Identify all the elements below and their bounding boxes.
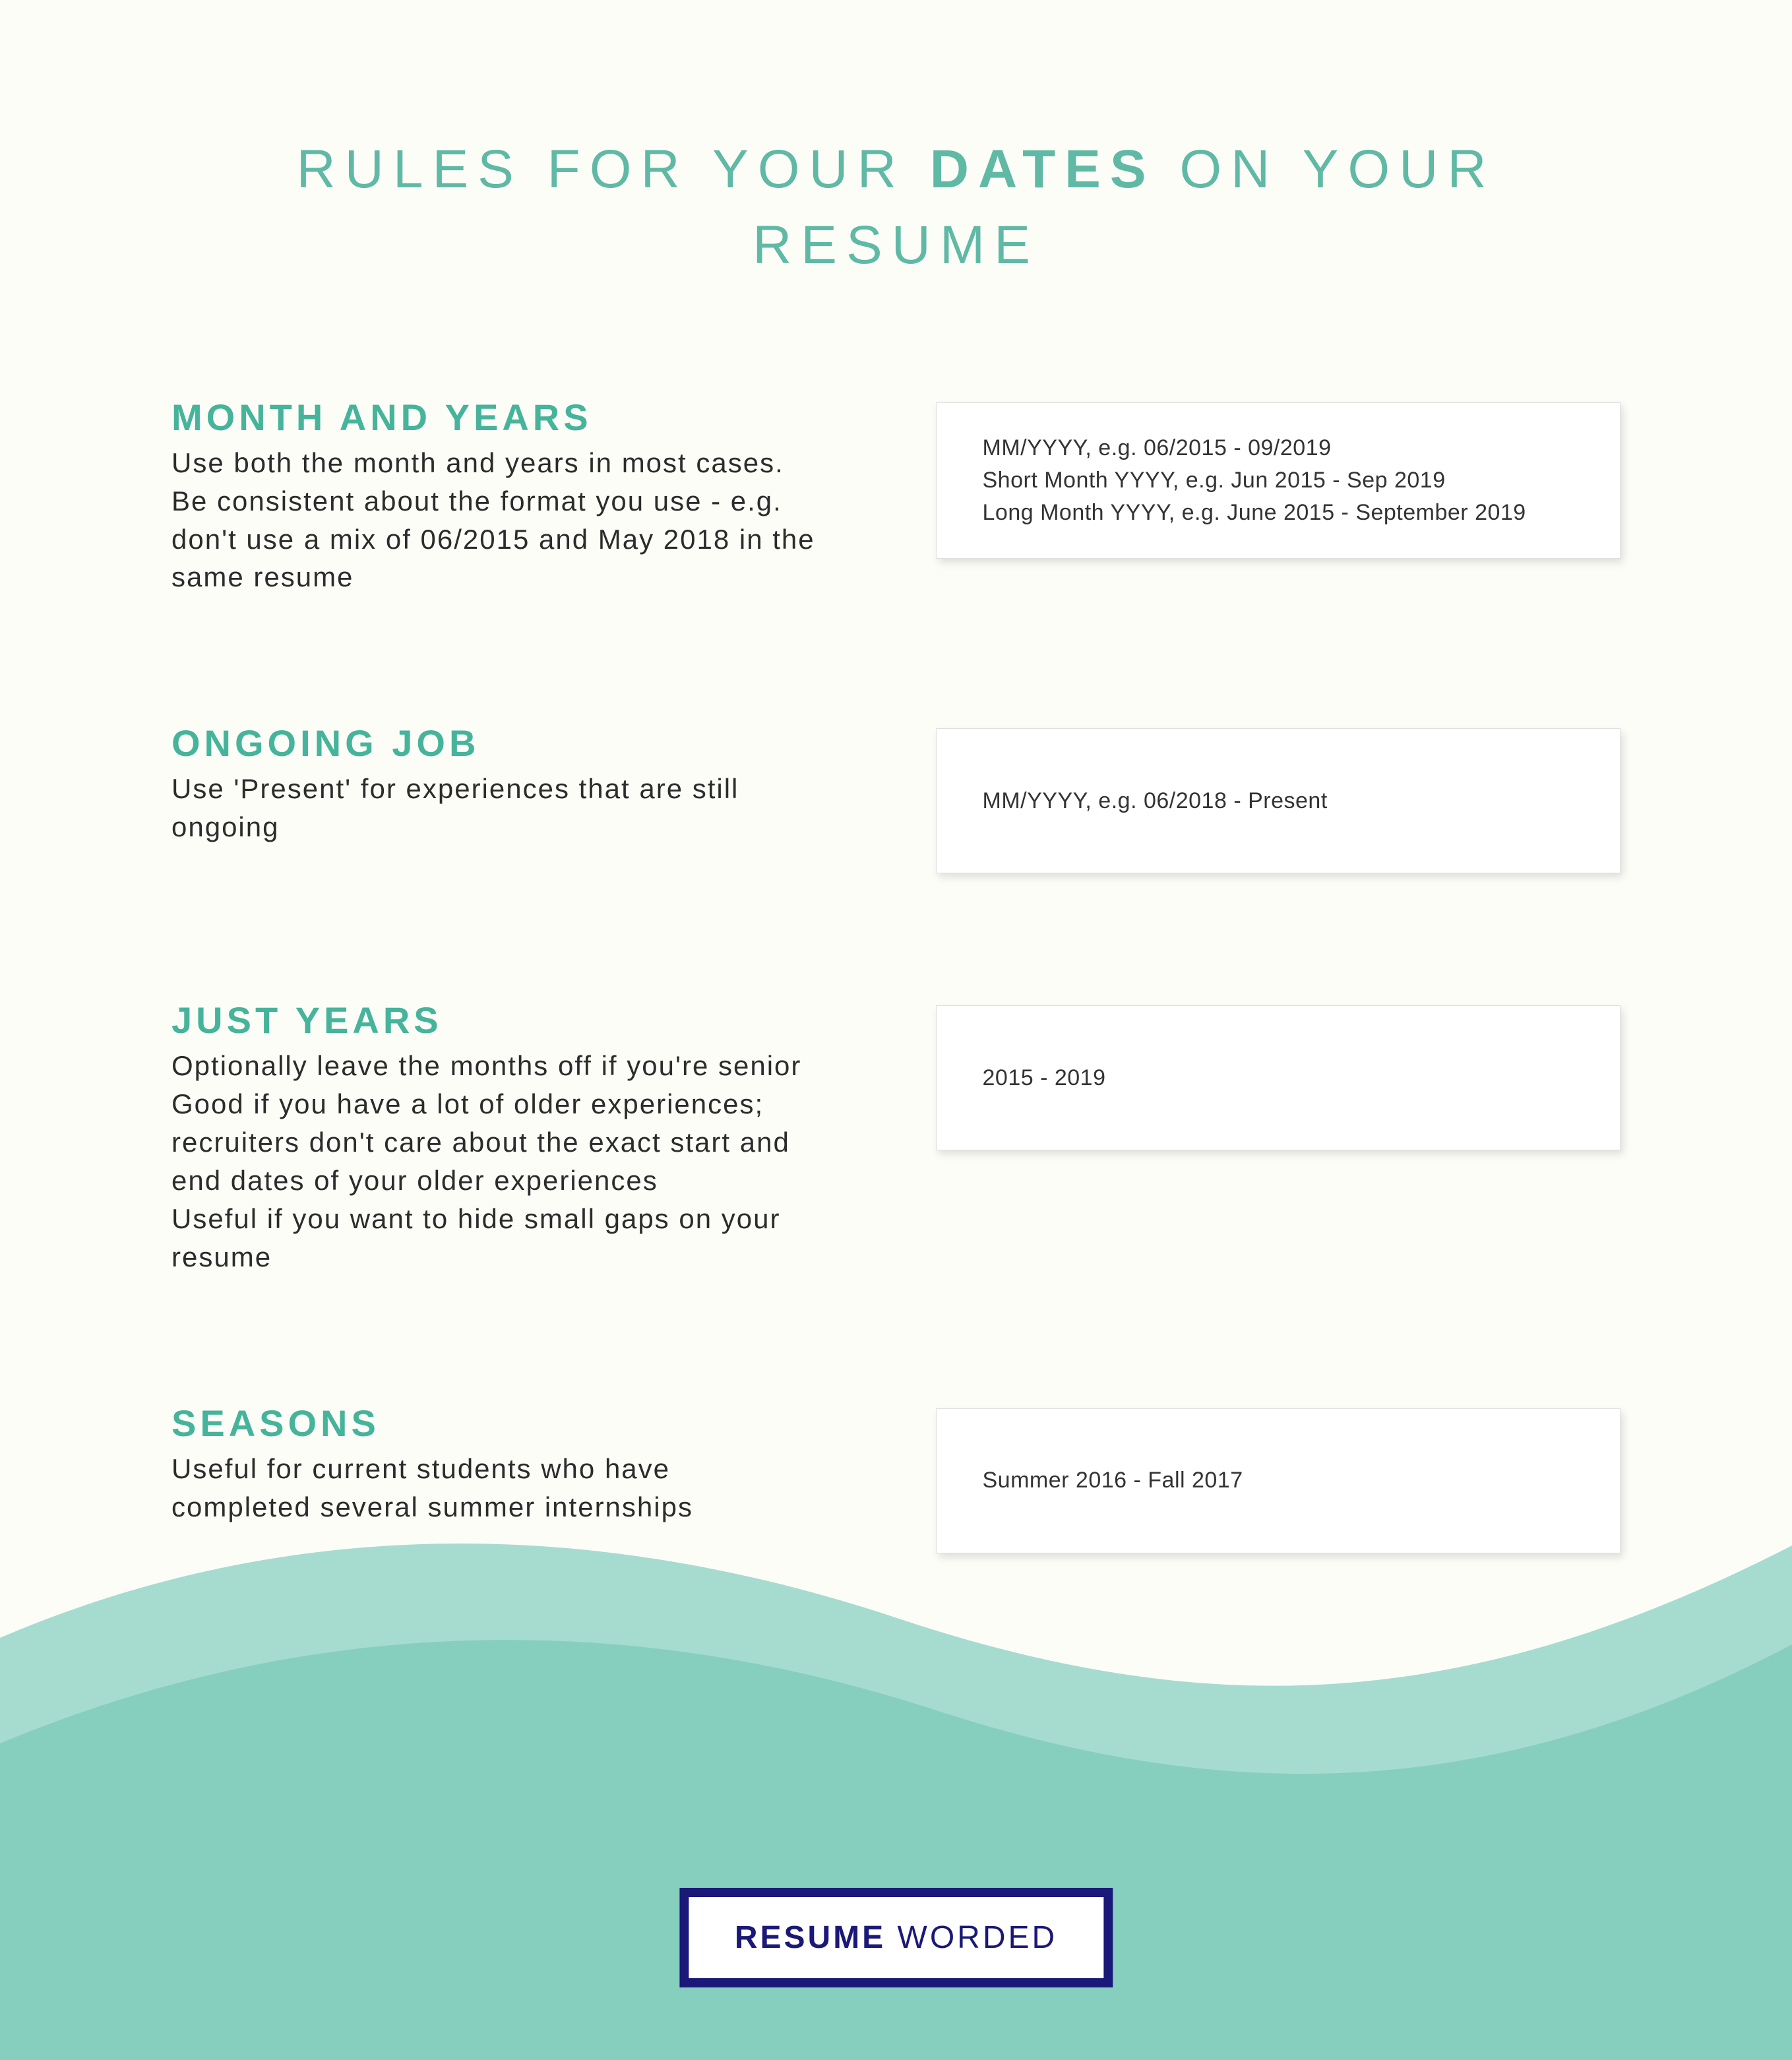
- section-month-years: MONTH AND YEARS Use both the month and y…: [171, 396, 1621, 597]
- section-body: Optionally leave the months off if you'r…: [171, 1047, 818, 1276]
- logo-box: RESUME WORDED: [679, 1888, 1113, 1987]
- section-seasons: SEASONS Useful for current students who …: [171, 1402, 1621, 1553]
- section-heading: JUST YEARS: [171, 999, 857, 1042]
- page-title: RULES FOR YOUR DATES ON YOUR RESUME: [0, 0, 1792, 284]
- section-example: MM/YYYY, e.g. 06/2015 - 09/2019 Short Mo…: [936, 396, 1621, 559]
- section-text: ONGOING JOB Use 'Present' for experience…: [171, 722, 857, 846]
- title-pre: RULES FOR YOUR: [296, 139, 929, 199]
- section-just-years: JUST YEARS Optionally leave the months o…: [171, 999, 1621, 1276]
- infographic-page: RULES FOR YOUR DATES ON YOUR RESUME MONT…: [0, 0, 1792, 2060]
- sections-container: MONTH AND YEARS Use both the month and y…: [171, 396, 1621, 1554]
- section-example: Summer 2016 - Fall 2017: [936, 1402, 1621, 1553]
- section-body: Use 'Present' for experiences that are s…: [171, 770, 818, 846]
- example-line: MM/YYYY, e.g. 06/2018 - Present: [983, 785, 1574, 817]
- section-ongoing-job: ONGOING JOB Use 'Present' for experience…: [171, 722, 1621, 873]
- logo-rest: WORDED: [886, 1920, 1057, 1955]
- section-text: MONTH AND YEARS Use both the month and y…: [171, 396, 857, 597]
- logo-bold: RESUME: [735, 1920, 886, 1955]
- example-line: Long Month YYYY, e.g. June 2015 - Septem…: [983, 497, 1574, 529]
- section-text: SEASONS Useful for current students who …: [171, 1402, 857, 1526]
- section-example: MM/YYYY, e.g. 06/2018 - Present: [936, 722, 1621, 873]
- section-heading: ONGOING JOB: [171, 722, 857, 765]
- example-line: Short Month YYYY, e.g. Jun 2015 - Sep 20…: [983, 464, 1574, 497]
- section-body: Use both the month and years in most cas…: [171, 444, 818, 597]
- example-box: 2015 - 2019: [936, 1005, 1621, 1150]
- example-box: MM/YYYY, e.g. 06/2018 - Present: [936, 728, 1621, 873]
- section-example: 2015 - 2019: [936, 999, 1621, 1150]
- section-heading: MONTH AND YEARS: [171, 396, 857, 439]
- logo-text: RESUME WORDED: [735, 1920, 1057, 1955]
- title-bold: DATES: [930, 139, 1156, 199]
- example-box: MM/YYYY, e.g. 06/2015 - 09/2019 Short Mo…: [936, 402, 1621, 559]
- title-post: ON YOUR: [1156, 139, 1496, 199]
- section-body: Useful for current students who have com…: [171, 1450, 818, 1526]
- example-box: Summer 2016 - Fall 2017: [936, 1408, 1621, 1553]
- example-line: MM/YYYY, e.g. 06/2015 - 09/2019: [983, 432, 1574, 464]
- example-line: 2015 - 2019: [983, 1062, 1574, 1094]
- title-line2: RESUME: [753, 215, 1039, 275]
- section-heading: SEASONS: [171, 1402, 857, 1445]
- section-text: JUST YEARS Optionally leave the months o…: [171, 999, 857, 1276]
- example-line: Summer 2016 - Fall 2017: [983, 1464, 1574, 1497]
